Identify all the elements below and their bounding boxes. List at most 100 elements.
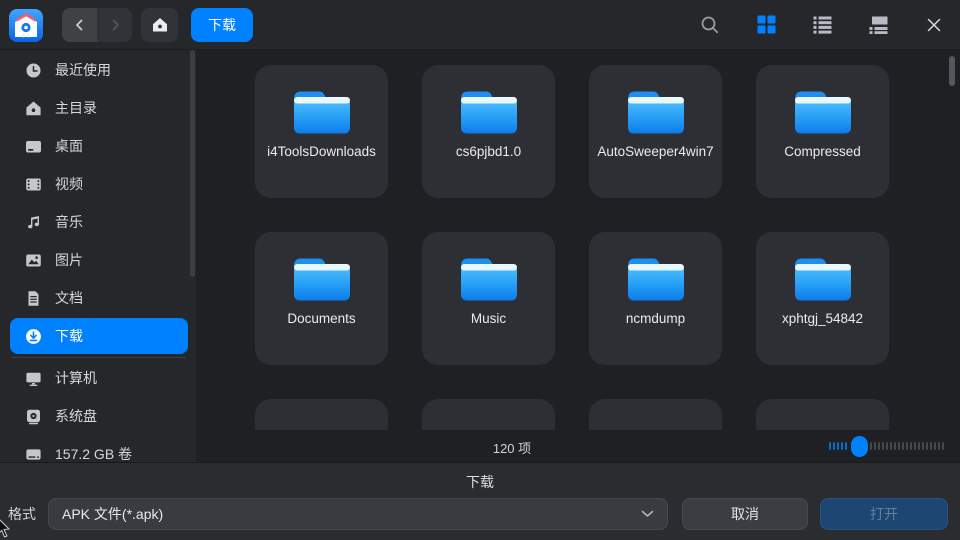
grid-view-button[interactable] bbox=[752, 11, 780, 39]
sidebar-item-label: 桌面 bbox=[55, 136, 83, 156]
open-dialog-panel: 下载 格式 APK 文件(*.apk) 取消 打开 bbox=[0, 462, 960, 540]
slider-tick bbox=[894, 442, 896, 450]
sidebar-item-label: 视频 bbox=[55, 174, 83, 194]
sidebar-item-label: 最近使用 bbox=[55, 60, 111, 80]
folder-tile[interactable]: ncmdump bbox=[589, 232, 722, 365]
folder-tile[interactable]: AutoSweeper4win7 bbox=[589, 65, 722, 198]
folder-tile-partial[interactable] bbox=[422, 399, 555, 430]
item-count: 120 项 bbox=[493, 438, 531, 457]
slider-tick bbox=[918, 442, 920, 450]
folder-name: Music bbox=[471, 310, 506, 329]
folder-tile[interactable]: i4ToolsDownloads bbox=[255, 65, 388, 198]
slider-tick bbox=[833, 442, 835, 450]
close-button[interactable] bbox=[920, 11, 948, 39]
toolbar: 下载 bbox=[0, 0, 960, 50]
back-button[interactable] bbox=[62, 8, 97, 42]
search-button[interactable] bbox=[696, 11, 724, 39]
search-icon bbox=[699, 14, 721, 36]
format-select[interactable]: APK 文件(*.apk) bbox=[48, 498, 668, 530]
slider-tick bbox=[874, 442, 876, 450]
sidebar-item-computer[interactable]: 计算机 bbox=[10, 360, 188, 396]
home-icon bbox=[151, 16, 169, 34]
slider-tick bbox=[829, 442, 831, 450]
slider-tick bbox=[882, 442, 884, 450]
folder-tile-partial[interactable] bbox=[756, 399, 889, 430]
chevron-left-icon bbox=[71, 16, 89, 34]
slider-handle[interactable] bbox=[851, 436, 868, 457]
slider-tick bbox=[930, 442, 932, 450]
breadcrumb-current[interactable]: 下载 bbox=[191, 8, 253, 42]
detail-view-button[interactable] bbox=[864, 11, 892, 39]
slider-tick bbox=[898, 442, 900, 450]
computer-icon bbox=[25, 370, 42, 387]
system-disk-icon bbox=[25, 408, 42, 425]
sidebar-item-desktop[interactable]: 桌面 bbox=[10, 128, 188, 164]
folder-tile-partial[interactable] bbox=[255, 399, 388, 430]
slider-tick bbox=[890, 442, 892, 450]
folder-name: xphtgj_54842 bbox=[782, 310, 863, 329]
folder-icon bbox=[289, 84, 355, 138]
slider-tick bbox=[942, 442, 944, 450]
cancel-button[interactable]: 取消 bbox=[682, 498, 808, 530]
folder-tile[interactable]: Compressed bbox=[756, 65, 889, 198]
grid-view-icon bbox=[757, 15, 776, 34]
forward-button[interactable] bbox=[97, 8, 132, 42]
sidebar-item-label: 音乐 bbox=[55, 212, 83, 232]
slider-tick bbox=[870, 442, 872, 450]
sidebar-item-home[interactable]: 主目录 bbox=[10, 90, 188, 126]
sidebar-item-label: 文档 bbox=[55, 288, 83, 308]
icon-size-slider[interactable] bbox=[829, 430, 946, 462]
slider-tick bbox=[886, 442, 888, 450]
home-button[interactable] bbox=[141, 8, 178, 42]
sidebar-item-volume[interactable]: 157.2 GB 卷 bbox=[10, 436, 188, 462]
slider-tick bbox=[910, 442, 912, 450]
slider-tick bbox=[837, 442, 839, 450]
dialog-title: 下载 bbox=[0, 472, 960, 492]
sidebar-item-music[interactable]: 音乐 bbox=[10, 204, 188, 240]
folder-tile-partial[interactable] bbox=[589, 399, 722, 430]
sidebar-item-clock[interactable]: 最近使用 bbox=[10, 52, 188, 88]
folder-icon bbox=[456, 251, 522, 305]
clock-icon bbox=[25, 62, 42, 79]
home-icon bbox=[25, 100, 42, 117]
slider-tick bbox=[902, 442, 904, 450]
sidebar-item-label: 下载 bbox=[55, 326, 83, 346]
download-icon bbox=[25, 328, 42, 345]
sidebar-item-label: 计算机 bbox=[55, 368, 97, 388]
image-icon bbox=[25, 252, 42, 269]
folder-name: Compressed bbox=[784, 143, 861, 162]
folder-name: Documents bbox=[287, 310, 355, 329]
sidebar-item-document[interactable]: 文档 bbox=[10, 280, 188, 316]
file-manager-window: 下载 bbox=[0, 0, 960, 540]
sidebar-item-label: 主目录 bbox=[55, 98, 97, 118]
sidebar-item-download[interactable]: 下载 bbox=[10, 318, 188, 354]
chevron-right-icon bbox=[106, 16, 124, 34]
folder-icon bbox=[790, 251, 856, 305]
mouse-cursor bbox=[0, 519, 11, 540]
sidebar-scrollbar[interactable] bbox=[190, 50, 195, 277]
folder-tile[interactable]: cs6pjbd1.0 bbox=[422, 65, 555, 198]
music-icon bbox=[25, 214, 42, 231]
folder-name: AutoSweeper4win7 bbox=[597, 143, 713, 162]
volume-icon bbox=[25, 446, 42, 463]
slider-tick bbox=[878, 442, 880, 450]
sidebar-item-label: 图片 bbox=[55, 250, 83, 270]
document-icon bbox=[25, 290, 42, 307]
folder-tile[interactable]: Music bbox=[422, 232, 555, 365]
sidebar-item-video[interactable]: 视频 bbox=[10, 166, 188, 202]
open-button[interactable]: 打开 bbox=[820, 498, 948, 530]
list-view-button[interactable] bbox=[808, 11, 836, 39]
chevron-down-icon bbox=[641, 510, 654, 518]
slider-tick bbox=[934, 442, 936, 450]
file-view-scrollbar[interactable] bbox=[949, 56, 955, 86]
slider-tick bbox=[938, 442, 940, 450]
slider-tick bbox=[906, 442, 908, 450]
folder-tile[interactable]: xphtgj_54842 bbox=[756, 232, 889, 365]
close-icon bbox=[925, 16, 943, 34]
format-label: 格式 bbox=[8, 504, 40, 524]
sidebar-item-system-disk[interactable]: 系统盘 bbox=[10, 398, 188, 434]
sidebar-item-image[interactable]: 图片 bbox=[10, 242, 188, 278]
folder-tile[interactable]: Documents bbox=[255, 232, 388, 365]
sidebar-item-label: 157.2 GB 卷 bbox=[55, 444, 132, 462]
folder-name: cs6pjbd1.0 bbox=[456, 143, 521, 162]
